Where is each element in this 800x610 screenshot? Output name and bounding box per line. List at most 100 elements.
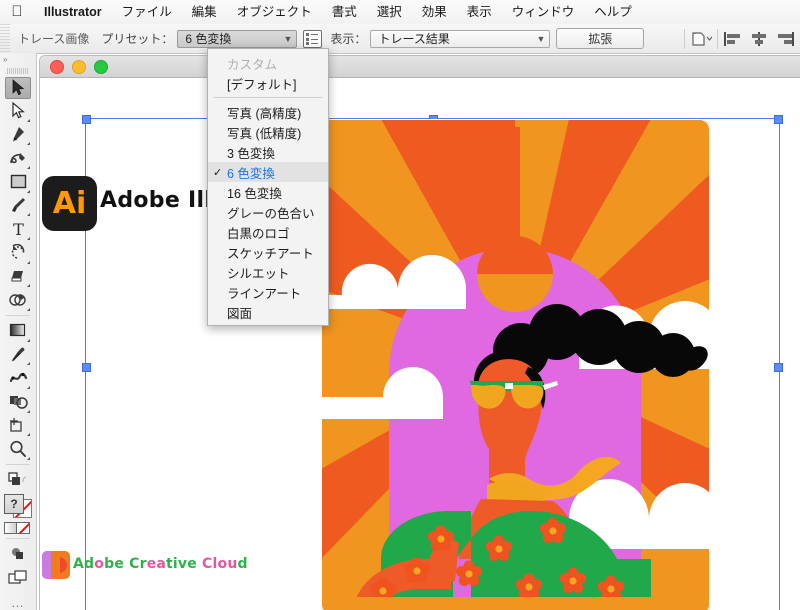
- svg-text:T: T: [13, 221, 24, 237]
- menu-option-photo-high[interactable]: 写真 (高精度): [208, 102, 328, 122]
- divider: [6, 537, 30, 539]
- expand-button[interactable]: 拡張: [556, 28, 645, 49]
- divider: [717, 28, 718, 49]
- zoom-tool[interactable]: [5, 437, 31, 461]
- collapse-panel-icon[interactable]: »: [0, 53, 36, 65]
- more-tools-icon[interactable]: …: [11, 595, 25, 610]
- divider: [6, 315, 30, 317]
- divider: [6, 464, 30, 466]
- type-tool[interactable]: T: [5, 217, 31, 241]
- menu-app-name[interactable]: Illustrator: [34, 0, 112, 24]
- panel-options-icon[interactable]: [303, 29, 323, 48]
- macos-menu-bar:  Illustrator ファイル 編集 オブジェクト 書式 選択 効果 表示…: [0, 0, 800, 25]
- tool-expand-indicator: [27, 142, 30, 146]
- menu-option-technical-drawing[interactable]: 図面: [208, 302, 328, 322]
- illustrator-logo-badge: Ai: [42, 176, 97, 231]
- tool-expand-indicator: [27, 189, 30, 193]
- menu-item-help[interactable]: ヘルプ: [584, 0, 642, 24]
- creative-cloud-logo: [42, 551, 70, 579]
- tool-expand-indicator: [27, 338, 30, 342]
- menu-separator: [214, 97, 322, 98]
- tool-expand-indicator: [27, 260, 30, 264]
- close-button[interactable]: [50, 59, 64, 74]
- shape-builder-tool[interactable]: [5, 288, 31, 312]
- minimize-button[interactable]: [72, 59, 86, 74]
- tools-panel: » T ? …: [0, 53, 37, 610]
- menu-option-grayscale[interactable]: グレーの色合い: [208, 202, 328, 222]
- preset-dropdown-menu[interactable]: カスタム [デフォルト] 写真 (高精度) 写真 (低精度) 3 色変換 ✓ 6…: [207, 48, 329, 326]
- document-canvas[interactable]: Ai Adobe Illustrator Adobe Creative Clou…: [40, 78, 800, 610]
- zoom-button[interactable]: [94, 59, 108, 74]
- fill-stroke-swatches[interactable]: ?: [4, 493, 32, 519]
- none-fill-icon[interactable]: [17, 522, 30, 535]
- view-value: トレース結果: [378, 32, 450, 46]
- artboard-tool[interactable]: [5, 414, 31, 438]
- menu-option-default[interactable]: [デフォルト]: [208, 73, 328, 93]
- selection-handle-nw[interactable]: [82, 115, 91, 124]
- panel-grip[interactable]: [7, 68, 29, 74]
- menu-option-line-art[interactable]: ラインアート: [208, 282, 328, 302]
- selection-handle-e[interactable]: [774, 363, 783, 372]
- selection-handle-ne[interactable]: [774, 115, 783, 124]
- puppet-warp-tool[interactable]: [5, 366, 31, 390]
- direct-selection-tool[interactable]: [5, 99, 31, 123]
- menu-option-photo-low[interactable]: 写真 (低精度): [208, 122, 328, 142]
- fill-mode-row[interactable]: [4, 522, 32, 535]
- menu-item-select[interactable]: 選択: [367, 0, 412, 24]
- image-trace-control-bar: トレース画像 プリセット： 6 色変換 ▼ 表示： トレース結果 ▼ 拡張: [0, 24, 800, 54]
- preset-dropdown[interactable]: 6 色変換 ▼: [177, 29, 298, 48]
- tool-expand-indicator: [27, 213, 30, 217]
- align-left-icon[interactable]: [720, 29, 746, 49]
- rectangle-tool[interactable]: [5, 170, 31, 194]
- selection-handle-w[interactable]: [82, 363, 91, 372]
- curvature-tool[interactable]: [5, 146, 31, 170]
- align-center-icon[interactable]: [746, 29, 772, 49]
- menu-item-window[interactable]: ウィンドウ: [502, 0, 585, 24]
- eraser-tool[interactable]: [5, 265, 31, 289]
- fill-swatch[interactable]: ?: [4, 493, 24, 514]
- menu-option-silhouette[interactable]: シルエット: [208, 262, 328, 282]
- tool-expand-indicator: [27, 362, 30, 366]
- gradient-tool[interactable]: [5, 319, 31, 343]
- traced-artwork[interactable]: [321, 119, 710, 610]
- rotate-tool[interactable]: [5, 241, 31, 265]
- control-bar-title: トレース画像: [18, 32, 90, 46]
- gradient-fill-icon[interactable]: [4, 522, 17, 535]
- view-dropdown[interactable]: トレース結果 ▼: [370, 29, 551, 48]
- menu-option-custom: カスタム: [227, 57, 278, 72]
- edit-toolbar-icon[interactable]: [5, 468, 31, 492]
- menu-option-3-colors[interactable]: 3 色変換: [208, 142, 328, 162]
- control-bar-right-group: [682, 28, 800, 49]
- tool-expand-indicator: [27, 308, 30, 312]
- screen-mode-icon[interactable]: [5, 565, 31, 589]
- menu-option-16-colors[interactable]: 16 色変換: [208, 182, 328, 202]
- control-bar-grip[interactable]: [0, 24, 10, 53]
- preset-value: 6 色変換: [185, 32, 232, 46]
- menu-item-effect[interactable]: 効果: [412, 0, 457, 24]
- tool-expand-indicator: [27, 409, 30, 413]
- menu-item-object[interactable]: オブジェクト: [227, 0, 322, 24]
- ai-badge-text: Ai: [52, 185, 87, 221]
- eyedropper-tool[interactable]: [5, 343, 31, 367]
- menu-item-type[interactable]: 書式: [322, 0, 367, 24]
- window-title-bar: [40, 56, 800, 78]
- menu-item-edit[interactable]: 編集: [182, 0, 227, 24]
- paintbrush-tool[interactable]: [5, 194, 31, 218]
- drawing-mode-icon[interactable]: [5, 542, 31, 566]
- menu-option-6-colors[interactable]: ✓ 6 色変換: [208, 162, 328, 182]
- menu-option-sketch-art[interactable]: スケッチアート: [208, 242, 328, 262]
- menu-item-view[interactable]: 表示: [457, 0, 502, 24]
- preset-label: プリセット：: [101, 32, 174, 46]
- cc-logo-left-bar: [42, 551, 51, 579]
- align-right-icon[interactable]: [772, 29, 798, 49]
- tool-expand-indicator: [27, 386, 30, 390]
- selection-tool[interactable]: [5, 77, 31, 99]
- menu-option-bw-logo[interactable]: 白黒のロゴ: [208, 222, 328, 242]
- blend-tool[interactable]: [5, 390, 31, 414]
- apple-logo-icon[interactable]: : [0, 4, 34, 21]
- document-window: Ai Adobe Illustrator Adobe Creative Clou…: [39, 55, 800, 610]
- menu-item-file[interactable]: ファイル: [112, 0, 182, 24]
- artboard-icon[interactable]: [687, 29, 715, 49]
- pen-tool[interactable]: [5, 123, 31, 147]
- view-label: 表示：: [330, 32, 367, 46]
